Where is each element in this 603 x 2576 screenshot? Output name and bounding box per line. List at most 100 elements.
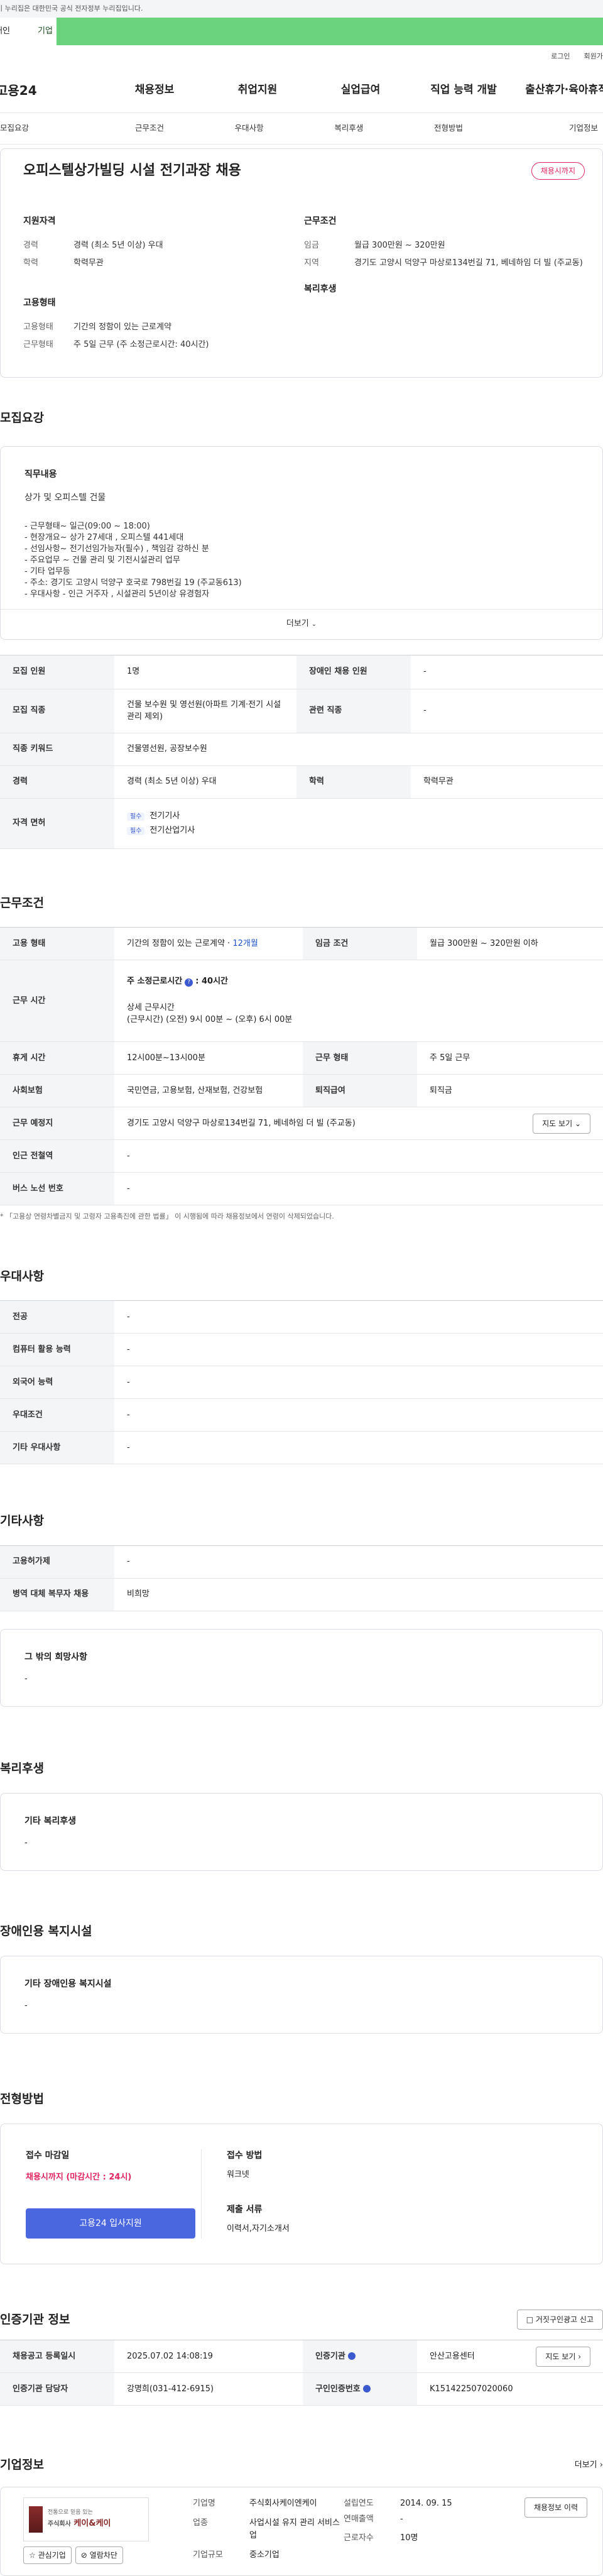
utility-menu: 로그인 회원가입	[0, 45, 603, 68]
gov-banner: 이 누리집은 대한민국 공식 전자정부 누리집입니다.	[0, 0, 603, 18]
required-badge: 필수	[127, 827, 145, 835]
table-row: 기타 우대사항 -	[0, 1431, 603, 1464]
building-icon	[29, 2506, 43, 2533]
table-row: 사회보험 국민연금, 고용보험, 산재보험, 건강보험 퇴직급여 퇴직금	[0, 1074, 603, 1107]
deadline-col: 접수 마감일 채용시까지 (마감시간 : 24시) 고용24 입사지원	[26, 2149, 202, 2239]
table-row: 병역 대체 복무자 채용 비희망	[0, 1578, 603, 1611]
tab-business[interactable]: 기업	[38, 18, 603, 45]
method-col: 접수 방법 워크넷 제출 서류 이력서,자기소개서	[227, 2150, 290, 2234]
duty-line: - 현장개요~ 상가 27세대 , 오피스텔 441세대	[24, 532, 184, 542]
welfare-title: 복리후생	[0, 1762, 44, 1775]
summary-row: 지역 경기도 고양시 덕양구 마상로134번길 71, 베네하임 더 빌 (주교동…	[304, 258, 583, 268]
block-icon: ⊘	[80, 2550, 87, 2560]
duty-label: 직무내용	[24, 469, 57, 480]
more-button[interactable]: 더보기 ⌄	[1, 608, 602, 639]
info-icon[interactable]	[347, 2352, 356, 2360]
table-row: 자격 면허 필수 전기기사 필수 전기산업기사	[0, 798, 603, 849]
map-button[interactable]: 지도 보기 ⌄	[533, 1113, 590, 1134]
info-icon[interactable]: ?	[185, 978, 193, 987]
block-company-button[interactable]: ⊘ 열람차단	[75, 2546, 123, 2564]
disabled-facility-title: 장애인용 복지시설	[0, 1924, 92, 1938]
report-fake-ad-button[interactable]: □ 거짓구인광고 신고	[516, 2310, 603, 2330]
gnb-unemployment-benefit[interactable]: 실업급여	[309, 82, 412, 99]
table-row: 근무 시간 주 소정근로시간?: 40시간 상세 근무시간 (근무시간) (오전…	[0, 960, 603, 1042]
company-title: 기업정보	[0, 2458, 44, 2472]
recruit-title: 모집요강	[0, 411, 44, 425]
signup-link[interactable]: 회원가입	[584, 52, 603, 62]
disabled-facility-section: 장애인용 복지시설 기타 장애인용 복지시설 -	[0, 1922, 603, 2034]
duty-line: - 근무형태~ 일근(09:00 ~ 18:00)	[24, 521, 150, 531]
summary-row: 경력 경력 (최소 5년 이상) 우대	[23, 241, 163, 250]
summary-left: 지원자격 경력 경력 (최소 5년 이상) 우대 학력 학력무관 고용형태 고용형태…	[23, 215, 304, 356]
apply-button[interactable]: 고용24 입사지원	[26, 2208, 195, 2239]
table-row: 경력 경력 (최소 5년 이상) 우대 학력 학력무관	[0, 765, 603, 799]
company-logo: 전통으로 믿음 있는 주식회사 케이&케이	[23, 2497, 149, 2541]
company-logo-col: 전통으로 믿음 있는 주식회사 케이&케이 ☆ 관심기업 ⊘ 열람차단	[23, 2497, 155, 2564]
org-map-button[interactable]: 지도 보기 ›	[536, 2346, 590, 2367]
screening-section: 전형방법 접수 마감일 채용시까지 (마감시간 : 24시) 고용24 입사지원…	[0, 2090, 603, 2264]
etc-table: 고용허가제 - 병역 대체 복무자 채용 비희망	[0, 1545, 603, 1611]
table-row: 인근 전철역 -	[0, 1139, 603, 1173]
duty-line: - 우대사항 - 인근 거주자 , 시설관리 5년이상 유경험자	[24, 589, 210, 599]
preference-section: 우대사항 전공 - 컴퓨터 활용 능력 - 외국어 능력 - 우대조건 - 기타 우대사…	[0, 1268, 603, 1464]
company-section: 기업정보 더보기 › 전통으로 믿음 있는 주식회사 케이&케이 ☆ 관심기업 …	[0, 2456, 603, 2576]
table-row: 고용 형태 기간의 정함이 있는 근로계약 · 12개월 임금 조건 월급 300…	[0, 927, 603, 960]
work-conditions-title: 근무조건	[0, 896, 44, 910]
duty-card: 직무내용 상가 및 오피스텔 건물 - 근무형태~ 일근(09:00 ~ 18:…	[0, 446, 603, 640]
work-conditions-table: 고용 형태 기간의 정함이 있는 근로계약 · 12개월 임금 조건 월급 300…	[0, 927, 603, 1205]
screening-card: 접수 마감일 채용시까지 (마감시간 : 24시) 고용24 입사지원 접수 방…	[0, 2123, 603, 2264]
table-row: 휴게 시간 12시00분~13시00분 근무 형태 주 5일 근무	[0, 1041, 603, 1075]
summary-right: 근무조건 임금 월급 300만원 ~ 320만원 지역 경기도 고양시 덕양구 마상…	[304, 215, 585, 356]
screening-title: 전형방법	[0, 2092, 44, 2106]
table-row: 채용공고 등록일시 2025.07.02 14:08:19 인증기관 안산고용센터…	[0, 2340, 603, 2373]
employment-heading: 고용형태	[23, 298, 56, 308]
table-row: 전공 -	[0, 1300, 603, 1334]
info-icon[interactable]	[362, 2385, 371, 2393]
company-card: 전통으로 믿음 있는 주식회사 케이&케이 ☆ 관심기업 ⊘ 열람차단 기업명 주…	[0, 2486, 603, 2576]
company-more-link[interactable]: 더보기 ›	[575, 2459, 603, 2472]
table-row: 인증기관 담당자 강명희(031-412-6915) 구인인증번호 K151422…	[0, 2372, 603, 2406]
chevron-down-icon: ⌄	[311, 620, 317, 628]
document-icon: □	[526, 2315, 536, 2324]
duty-sub: 상가 및 오피스텔 건물	[24, 492, 106, 503]
recruit-history-button[interactable]: 채용정보 이력	[524, 2497, 587, 2518]
job-summary-card: 오피스텔상가빌딩 시설 전기과장 채용 채용시까지 지원자격 경력 경력 (최소 …	[0, 148, 603, 378]
login-link[interactable]: 로그인	[551, 52, 570, 62]
gnb-employment-support[interactable]: 취업지원	[206, 82, 309, 99]
welfare-section: 복리후생 기타 복리후생 -	[0, 1760, 603, 1871]
disabled-facility-card: 기타 장애인용 복지시설 -	[0, 1955, 603, 2034]
required-badge: 필수	[127, 812, 145, 821]
preference-title: 우대사항	[0, 1269, 44, 1283]
etc-section: 기타사항 고용허가제 - 병역 대체 복무자 채용 비희망 그 밖의 희망사항 -	[0, 1512, 603, 1707]
duty-line: - 주요업무 ~ 건물 관리 및 기전시설관리 업무	[24, 555, 180, 565]
job-title: 오피스텔상가빌딩 시설 전기과장 채용	[23, 163, 241, 178]
qualification-heading: 지원자격	[23, 216, 56, 226]
gnb-vocational-training[interactable]: 직업 능력 개발	[412, 82, 515, 99]
anchor-screening[interactable]: 전형방법	[399, 123, 499, 134]
etc-title: 기타사항	[0, 1514, 44, 1528]
table-row: 모집 인원 1명 장애인 채용 인원 -	[0, 655, 603, 689]
duty-line: - 선임사항~ 전기선임가능자(필수) , 책임감 강하신 분	[24, 544, 209, 554]
recruit-table: 모집 인원 1명 장애인 채용 인원 - 모집 직종 건물 보수원 및 영선원(아파트…	[0, 654, 603, 849]
anchor-recruit[interactable]: 모집요강	[0, 123, 100, 134]
anchor-preference[interactable]: 우대사항	[199, 123, 299, 134]
table-row: 버스 노선 번호 -	[0, 1172, 603, 1205]
favorite-company-button[interactable]: ☆ 관심기업	[23, 2546, 72, 2564]
anchor-welfare[interactable]: 복리후생	[299, 123, 399, 134]
anchor-company[interactable]: 기업정보	[498, 123, 603, 134]
welfare-heading: 복리후생	[304, 284, 337, 294]
preference-table: 전공 - 컴퓨터 활용 능력 - 외국어 능력 - 우대조건 - 기타 우대사항 -	[0, 1300, 603, 1464]
gnb-jobs[interactable]: 채용정보	[103, 82, 206, 99]
table-row: 컴퓨터 활용 능력 -	[0, 1333, 603, 1366]
cert-section: 인증기관 정보 □ 거짓구인광고 신고 채용공고 등록일시 2025.07.02 …	[0, 2310, 603, 2406]
site-logo[interactable]: 고용24	[0, 81, 103, 100]
table-row: 근무 예정지 경기도 고양시 덕양구 마상로134번길 71, 베네하임 더 빌…	[0, 1107, 603, 1140]
section-anchor-nav: 모집요강 근무조건 우대사항 복리후생 전형방법 기업정보	[0, 113, 603, 145]
other-wish-card: 그 밖의 희망사항 -	[0, 1628, 603, 1707]
table-row: 우대조건 -	[0, 1398, 603, 1432]
anchor-conditions[interactable]: 근무조건	[100, 123, 200, 134]
cert-title: 인증기관 정보	[0, 2312, 70, 2327]
gnb-parental-leave[interactable]: 출산휴가·육아휴직	[515, 82, 603, 99]
deadline-badge: 채용시까지	[531, 162, 585, 180]
user-type-tabs: 개인 기업	[0, 18, 603, 45]
